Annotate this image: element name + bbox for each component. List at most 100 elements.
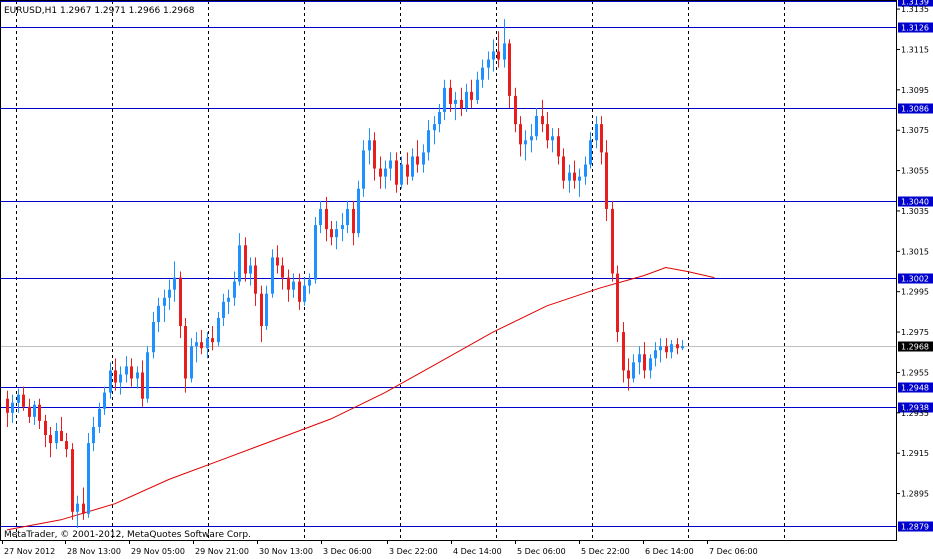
- x-tick-label: 28 Nov 13:00: [67, 547, 121, 556]
- candle-body: [287, 277, 290, 290]
- candle-bull: [335, 221, 338, 250]
- candle-bear: [276, 245, 279, 274]
- candle-body: [449, 87, 452, 104]
- candle-bull: [103, 386, 106, 415]
- candle-bull: [389, 152, 392, 181]
- candle-bull: [157, 297, 160, 333]
- candle-body: [530, 136, 533, 141]
- candle-bear: [330, 221, 333, 246]
- candle-bull: [568, 164, 571, 193]
- candle-body: [55, 430, 58, 444]
- candle-bull: [190, 338, 193, 383]
- x-tick-label: 7 Dec 06:00: [709, 547, 758, 556]
- y-tick-label: 1.2895: [901, 490, 929, 499]
- candle-bull: [92, 416, 95, 452]
- candle-body: [38, 404, 41, 421]
- candle-bear: [605, 140, 608, 222]
- candle-body: [632, 362, 635, 379]
- candle-bull: [411, 148, 414, 181]
- candle-body: [454, 99, 457, 104]
- candle-body: [319, 208, 322, 226]
- candle-bear: [244, 237, 247, 282]
- candle-bear: [541, 99, 544, 133]
- candle-body: [400, 164, 403, 185]
- candle-bull: [319, 200, 322, 234]
- moving-average-line: [6, 266, 715, 531]
- candle-bear: [416, 140, 419, 173]
- x-tick-label: 29 Nov 05:00: [131, 547, 185, 556]
- candle-body: [303, 285, 306, 302]
- candle-bear: [622, 321, 625, 383]
- candle-bear: [60, 416, 63, 442]
- candle-bull: [530, 124, 533, 153]
- candle-bull: [222, 293, 225, 327]
- candle-body: [17, 394, 20, 403]
- current-price-tag-text: 1.2968: [901, 343, 929, 352]
- x-tick-label: 30 Nov 13:00: [259, 547, 313, 556]
- candle-bull: [109, 362, 112, 399]
- x-tick-label: 4 Dec 14:00: [453, 547, 502, 556]
- y-tick-label: 1.3075: [901, 126, 929, 135]
- moving-average: [6, 266, 715, 531]
- candle-bull: [400, 156, 403, 189]
- candle-body: [244, 245, 247, 274]
- candle-body: [551, 136, 554, 141]
- candle-body: [616, 273, 619, 333]
- candle-body: [222, 301, 225, 318]
- candle-body: [114, 370, 117, 383]
- candle-bear: [665, 338, 668, 359]
- candle-body: [92, 426, 95, 444]
- candle-body: [649, 358, 652, 371]
- candle-body: [573, 172, 576, 181]
- candle-bear: [200, 330, 203, 355]
- candle-bull: [271, 249, 274, 298]
- candle-body: [341, 225, 344, 230]
- candle-body: [308, 279, 311, 286]
- candle-bull: [465, 83, 468, 113]
- candle-bull: [11, 394, 14, 423]
- candle-body: [379, 168, 382, 177]
- candle-body: [503, 43, 506, 60]
- candle-bear: [281, 257, 284, 290]
- candle-body: [665, 346, 668, 353]
- candle-bull: [119, 366, 122, 395]
- candle-body: [298, 281, 301, 302]
- candle-body: [179, 277, 182, 327]
- candle-bear: [508, 39, 511, 108]
- candle-bull: [227, 289, 230, 314]
- candle-body: [676, 344, 679, 349]
- candle-bull: [195, 332, 198, 363]
- candle-body: [492, 51, 495, 60]
- candle-body: [238, 245, 241, 282]
- candle-bull: [578, 168, 581, 197]
- candle-body: [33, 404, 36, 417]
- candle-body: [71, 449, 74, 512]
- candle-body: [373, 140, 376, 169]
- y-tick-label: 1.3055: [901, 167, 929, 176]
- candle-body: [281, 265, 284, 278]
- candle-bull: [487, 51, 490, 80]
- candle-body: [28, 406, 31, 417]
- grid: [16, 1, 785, 540]
- y-tick-label: 1.3015: [901, 247, 929, 256]
- candles: [6, 19, 684, 528]
- candle-body: [395, 160, 398, 185]
- candle-bull: [654, 342, 657, 367]
- y-tick-label: 1.2915: [901, 449, 929, 458]
- candle-bull: [368, 128, 371, 165]
- candle-body: [206, 338, 209, 349]
- candle-body: [76, 503, 79, 512]
- candle-body: [416, 156, 419, 165]
- candle-body: [11, 402, 14, 413]
- candle-body: [211, 338, 214, 343]
- candle-bear: [184, 317, 187, 393]
- candle-bull: [357, 180, 360, 238]
- candle-body: [49, 435, 52, 444]
- candle-bear: [562, 148, 565, 189]
- candle-body: [141, 372, 144, 399]
- candle-bull: [481, 59, 484, 88]
- candle-bull: [33, 400, 36, 425]
- candle-body: [87, 443, 90, 514]
- candle-bear: [130, 358, 133, 387]
- candle-body: [605, 152, 608, 209]
